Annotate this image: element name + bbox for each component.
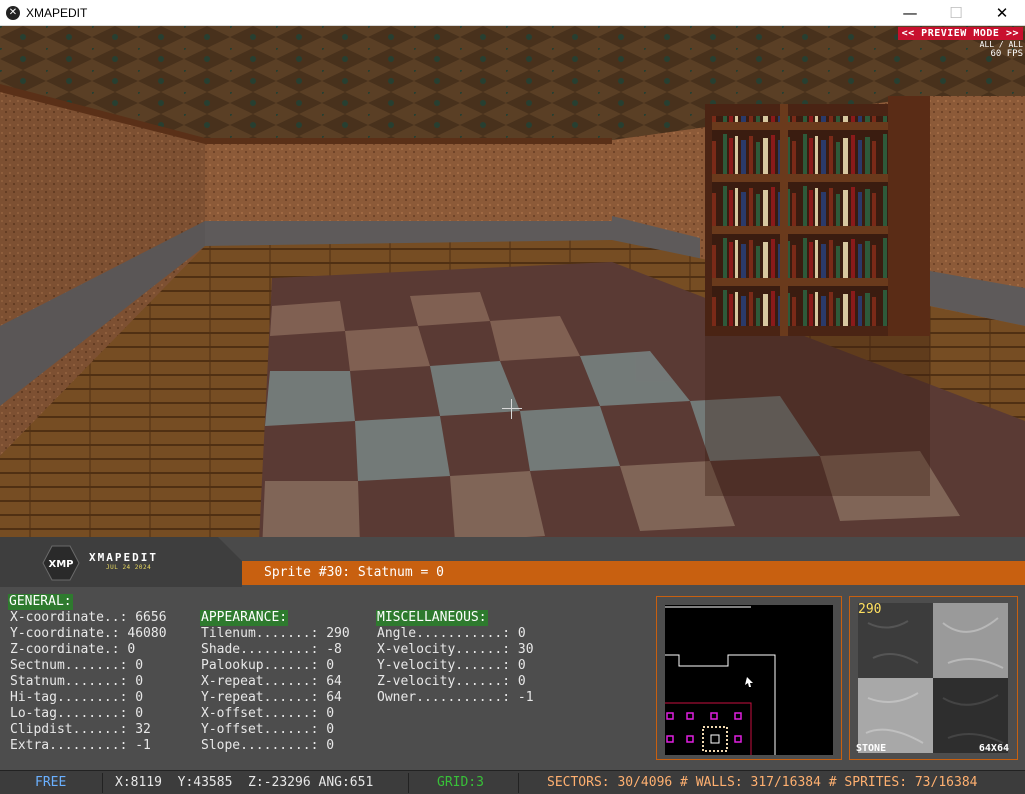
maximize-button[interactable]: ☐ [933, 0, 979, 26]
logo-mark: XMP [49, 559, 74, 570]
misc-owner[interactable]: Owner...........: -1 [377, 690, 534, 706]
map-object-counts: SECTORS: 30/4096 # WALLS: 317/16384 # SP… [547, 775, 978, 790]
tile-number: 290 [858, 602, 882, 617]
fps-counter: 60 FPS [990, 49, 1023, 59]
appearance-x-offset[interactable]: X-offset......: 0 [201, 706, 334, 722]
statusbar-divider [102, 773, 103, 793]
camera-coordinates: X:8119 Y:43585 Z:-23296 ANG:651 [115, 775, 374, 790]
window-title: XMAPEDIT [26, 6, 88, 20]
grid-size-indicator[interactable]: GRID:3 [437, 775, 484, 791]
misc-angle[interactable]: Angle...........: 0 [377, 626, 526, 642]
crosshair-icon [502, 399, 522, 419]
tile-size: 64X64 [978, 743, 1009, 754]
room-render [0, 26, 1025, 561]
logo-build-date: JUL 24 2024 [106, 564, 152, 571]
tile-preview-panel[interactable]: 290 STONE 64X64 [849, 596, 1018, 760]
minimap-walls [665, 606, 776, 755]
misc-x-velocity[interactable]: X-velocity......: 30 [377, 642, 534, 658]
app-icon: ✕ [6, 6, 20, 20]
statusbar-divider [408, 773, 409, 793]
3d-viewport[interactable]: << PREVIEW MODE >> ALL / ALL 60 FPS [0, 26, 1025, 561]
player-cursor-icon [745, 677, 753, 687]
xmp-logo-icon: XMP [42, 545, 80, 581]
general-z-coordinate[interactable]: Z-coordinate.: 0 [10, 642, 135, 658]
general-x-coordinate[interactable]: X-coordinate..: 6656 [10, 610, 167, 626]
appearance-y-offset[interactable]: Y-offset......: 0 [201, 722, 334, 738]
statusbar-divider [518, 773, 519, 793]
stone-tile-preview [858, 603, 1008, 753]
general-y-coordinate[interactable]: Y-coordinate.: 46080 [10, 626, 167, 642]
appearance-tilenum[interactable]: Tilenum.......: 290 [201, 626, 350, 642]
misc-y-velocity[interactable]: Y-velocity......: 0 [377, 658, 526, 674]
edit-mode-indicator[interactable]: FREE [35, 775, 66, 791]
general-section-title: GENERAL: [8, 594, 73, 610]
general-sectnum[interactable]: Sectnum.......: 0 [10, 658, 143, 674]
appearance-section-title: APPEARANCE: [200, 610, 289, 626]
general-lo-tag[interactable]: Lo-tag........: 0 [10, 706, 143, 722]
appearance-slope[interactable]: Slope.........: 0 [201, 738, 334, 754]
miscellaneous-section-title: MISCELLANEOUS: [376, 610, 488, 626]
general-clipdist[interactable]: Clipdist......: 32 [10, 722, 151, 738]
general-hi-tag[interactable]: Hi-tag........: 0 [10, 690, 143, 706]
minimize-button[interactable]: — [887, 0, 933, 26]
selected-sprite-marker [702, 726, 728, 752]
status-message: Sprite #30: Statnum = 0 [264, 565, 445, 580]
window-titlebar: ✕ XMAPEDIT — ☐ ✕ [0, 0, 1025, 26]
appearance-shade[interactable]: Shade.........: -8 [201, 642, 342, 658]
message-strip: Sprite #30: Statnum = 0 [242, 561, 1025, 585]
general-statnum[interactable]: Statnum.......: 0 [10, 674, 143, 690]
misc-z-velocity[interactable]: Z-velocity......: 0 [377, 674, 526, 690]
preview-mode-badge[interactable]: << PREVIEW MODE >> [897, 27, 1023, 40]
appearance-y-repeat[interactable]: Y-repeat......: 64 [201, 690, 342, 706]
appearance-palookup[interactable]: Palookup......: 0 [201, 658, 334, 674]
minimap[interactable] [665, 605, 833, 755]
logo-tab: XMP XMAPEDIT JUL 24 2024 [0, 537, 242, 587]
close-button[interactable]: ✕ [979, 0, 1025, 26]
visibility-label: ALL / ALL [979, 40, 1023, 49]
editor-statusbar: FREE X:8119 Y:43585 Z:-23296 ANG:651 GRI… [0, 770, 1025, 794]
minimap-panel[interactable] [656, 596, 842, 760]
logo-name: XMAPEDIT [89, 551, 158, 564]
appearance-x-repeat[interactable]: X-repeat......: 64 [201, 674, 342, 690]
general-extra[interactable]: Extra.........: -1 [10, 738, 151, 754]
tile-name: STONE [856, 743, 887, 754]
